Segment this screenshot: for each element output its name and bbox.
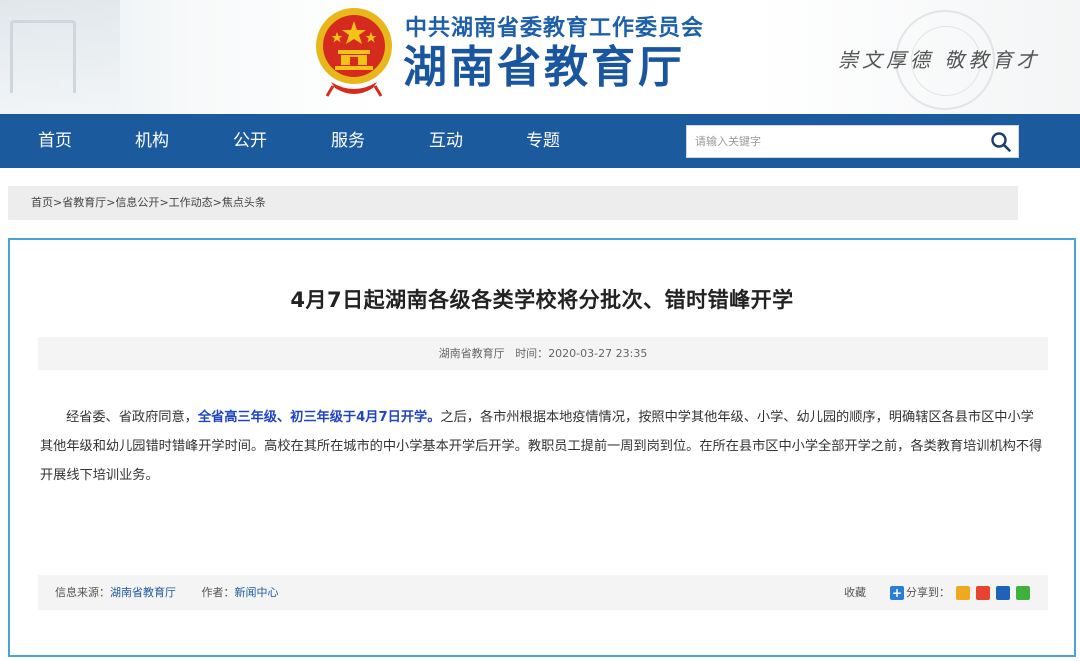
article-footer: 信息来源：湖南省教育厅 作者：新闻中心 收藏 + 分享到： [38,575,1048,610]
breadcrumb-item-work-news[interactable]: 工作动态 [169,196,213,209]
author-link[interactable]: 新闻中心 [235,586,279,599]
nav-item-services[interactable]: 服务 [331,114,365,168]
nav-item-disclosure[interactable]: 公开 [233,114,267,168]
search-icon[interactable] [990,131,1012,153]
share-plus-icon[interactable]: + [890,585,904,600]
article-source: 湖南省教育厅 [438,347,505,360]
article-meta: 湖南省教育厅 时间：2020-03-27 23:35 [38,337,1048,370]
qzone-icon[interactable] [956,585,970,600]
breadcrumb-separator: > [212,196,222,209]
breadcrumb-separator: > [159,196,169,209]
article-time: 2020-03-27 23:35 [548,347,648,360]
org-name: 中共湖南省委教育工作委员会 [405,16,705,41]
nav-item-interaction[interactable]: 互动 [429,114,463,168]
nav-item-topics[interactable]: 专题 [526,114,560,168]
article-body-intro: 经省委、省政府同意， [66,410,198,425]
article-body-highlight: 全省高三年级、初三年级于4月7日开学。 [197,410,441,425]
wechat-icon[interactable] [1016,585,1030,600]
search-box [686,125,1019,158]
breadcrumb-item-headlines[interactable]: 焦点头条 [222,196,266,209]
nav-item-home[interactable]: 首页 [38,114,72,168]
breadcrumb: 首页>省教育厅>信息公开>工作动态>焦点头条 [8,186,1018,220]
national-emblem-icon[interactable] [313,4,395,100]
header-decoration [0,0,120,114]
site-name[interactable]: 湖南省教育厅 [403,40,685,96]
breadcrumb-item-home[interactable]: 首页 [31,196,53,209]
weibo-icon[interactable] [976,585,990,600]
favorite-button[interactable]: 收藏 [844,575,866,610]
renren-icon[interactable] [996,585,1010,600]
site-motto: 崇文厚德 敬教育才 [838,48,1041,72]
main-nav: 首页 机构 公开 服务 互动 专题 [0,114,1080,168]
site-header: 中共湖南省委教育工作委员会 湖南省教育厅 崇文厚德 敬教育才 [0,0,1080,114]
nav-item-organization[interactable]: 机构 [135,114,169,168]
article-panel: 4月7日起湖南各级各类学校将分批次、错时错峰开学 湖南省教育厅 时间：2020-… [8,238,1076,657]
search-input[interactable] [695,126,975,157]
breadcrumb-item-disclosure[interactable]: 信息公开 [115,196,159,209]
author-label: 作者： [201,586,235,599]
breadcrumb-item-department[interactable]: 省教育厅 [62,196,106,209]
article-title: 4月7日起湖南各级各类学校将分批次、错时错峰开学 [290,288,794,312]
share-label[interactable]: 分享到： [906,575,950,610]
source-link[interactable]: 湖南省教育厅 [110,586,176,599]
share-toolbar: 收藏 + 分享到： [844,575,1030,610]
article-time-label: 时间： [515,347,549,360]
breadcrumb-separator: > [53,196,63,209]
source-label: 信息来源： [55,586,110,599]
article-body: 经省委、省政府同意，全省高三年级、初三年级于4月7日开学。之后，各市州根据本地疫… [40,403,1044,490]
